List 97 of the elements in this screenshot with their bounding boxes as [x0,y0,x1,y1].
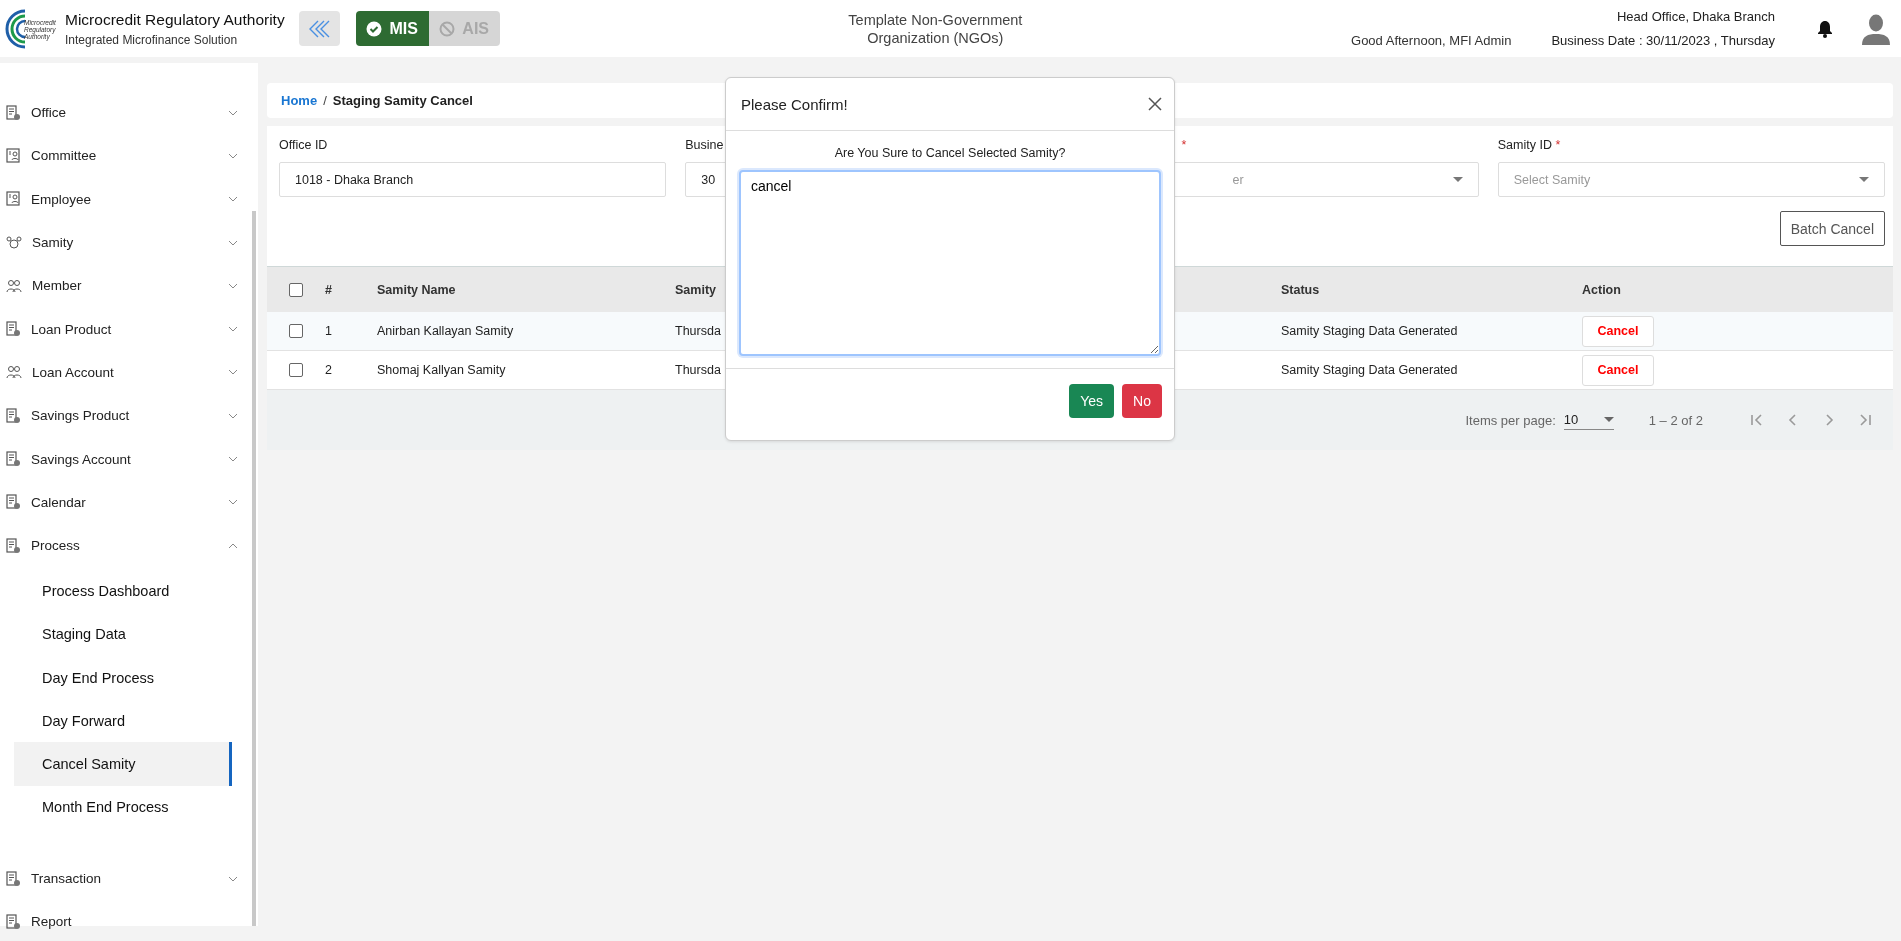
breadcrumb-current: Staging Samity Cancel [332,93,473,108]
table-cell-text: Shomaj Kallyan Samity [377,363,507,377]
organization-name: Microcredit Regulatory Authority [65,10,285,29]
table-cell-text: 2 [325,363,333,377]
sidebar-item[interactable]: Report [0,900,258,941]
sidebar-item[interactable]: Samity [0,220,258,265]
module-toggle[interactable]: MIS [355,11,429,46]
dropdown-caret-icon [1452,177,1463,182]
table-cell-text: Samity Staging Data Generated [1281,363,1459,377]
chevron-down-icon [228,499,238,506]
row-checkbox[interactable] [289,324,303,338]
sidebar-subitem[interactable]: Day Forward [14,699,232,743]
chevron-down-icon [228,109,238,116]
chevron-down-icon [228,369,238,376]
sidebar-item[interactable]: Process [0,523,258,568]
chevron-down-icon [228,875,238,882]
collapse-sidebar-button[interactable] [298,11,340,46]
column-header: Status [1281,282,1321,297]
sidebar-subitem[interactable]: Process Dashboard [14,569,232,613]
dropdown-caret-icon [1859,177,1869,182]
document-icon [6,407,21,424]
dropdown-caret-icon [1603,417,1614,422]
sidebar-item[interactable]: Transaction [0,857,258,901]
chevron-down-icon [228,196,238,203]
sidebar-item[interactable]: Savings Account [0,437,258,481]
required-mark: * [1555,138,1561,152]
column-header: Action [1582,282,1622,297]
chevron-down-icon [228,456,238,462]
yes-button[interactable]: Yes [1069,384,1115,418]
field-label: Office ID [279,138,328,152]
check-circle-icon [366,20,383,37]
document-icon [6,451,21,467]
app-subtitle: Integrated Microfinance Solution [65,32,239,47]
breadcrumb-separator: / [323,93,327,108]
sidebar-subitem[interactable]: Month End Process [14,785,232,830]
table-cell-text: Thursda [675,363,722,377]
sidebar-subitem[interactable]: Staging Data [14,612,232,656]
breadcrumb-home-link[interactable]: Home [281,93,318,108]
group-icon [6,234,22,251]
cancel-button[interactable]: Cancel [1582,315,1654,347]
cancel-button[interactable]: Cancel [1582,354,1654,386]
greeting-text: Good Afternoon, MFI Admin [1351,33,1512,48]
organization-title: Template Non-Government [847,10,1024,29]
chevron-down-icon [228,152,238,159]
notification-bell-icon[interactable] [1817,19,1833,38]
table-cell-text: Anirban Kallayan Samity [377,324,515,338]
chevron-up-icon [228,542,238,549]
people-icon [6,277,22,294]
sidebar-item[interactable]: Office [0,91,258,135]
document-icon [6,104,21,121]
field-label: Samity ID [1497,138,1552,152]
document-icon [6,537,21,554]
user-avatar-icon[interactable] [1861,12,1891,45]
field-label: Busine [685,138,724,152]
dialog-title: Please Confirm! [741,95,848,113]
close-icon[interactable] [1148,97,1162,111]
sidebar-item[interactable]: Loan Account [0,350,258,395]
chevron-down-icon [228,326,238,333]
document-icon [6,914,21,930]
items-per-page-label: Items per page: [1465,412,1556,428]
select-all-checkbox[interactable] [289,282,303,297]
input-field[interactable]: 1018 - Dhaka Branch [279,162,667,197]
sidebar-item[interactable]: Savings Product [0,394,258,438]
document-icon [6,870,21,887]
id-card-icon [6,147,21,164]
sidebar-item[interactable]: Employee [0,177,258,221]
id-card-icon [6,191,21,208]
page-range: 1 – 2 of 2 [1648,412,1703,428]
column-header: # [325,282,333,297]
column-header: Samity Name [377,282,457,297]
blocked-icon [439,20,456,37]
table-cell-text: Thursda [675,324,722,338]
people-icon [6,364,22,381]
office-name: Head Office, Dhaka Branch [1617,9,1775,24]
document-icon [6,494,21,511]
dialog-message: Are You Sure to Cancel Selected Samity? [834,146,1066,160]
no-button[interactable]: No [1122,384,1162,418]
organization-title: Organization (NGOs) [866,28,1005,47]
row-checkbox[interactable] [289,363,303,377]
sidebar-item[interactable]: Member [0,264,258,308]
required-mark: * [1181,138,1187,152]
chevron-down-icon [228,239,238,246]
batch-cancel-button[interactable]: Batch Cancel [1779,211,1885,246]
sidebar-item[interactable]: Committee [0,134,258,178]
reason-field[interactable]: cancel [739,170,1161,356]
table-cell-text: 1 [325,324,333,338]
column-header: Samity [675,282,717,297]
chevron-down-icon [228,412,238,419]
business-date: Business Date : 30/11/2023 , Thursday [1551,33,1775,48]
sidebar-item[interactable]: Loan Product [0,307,258,351]
document-icon [6,321,21,338]
sidebar-item[interactable]: Calendar [0,480,258,524]
double-chevron-left-icon [308,19,331,38]
sidebar-subitem[interactable]: Cancel Samity [14,742,232,786]
table-cell-text: Samity Staging Data Generated [1281,324,1459,338]
chevron-down-icon [228,282,238,289]
sidebar-subitem[interactable]: Day End Process [14,655,232,700]
